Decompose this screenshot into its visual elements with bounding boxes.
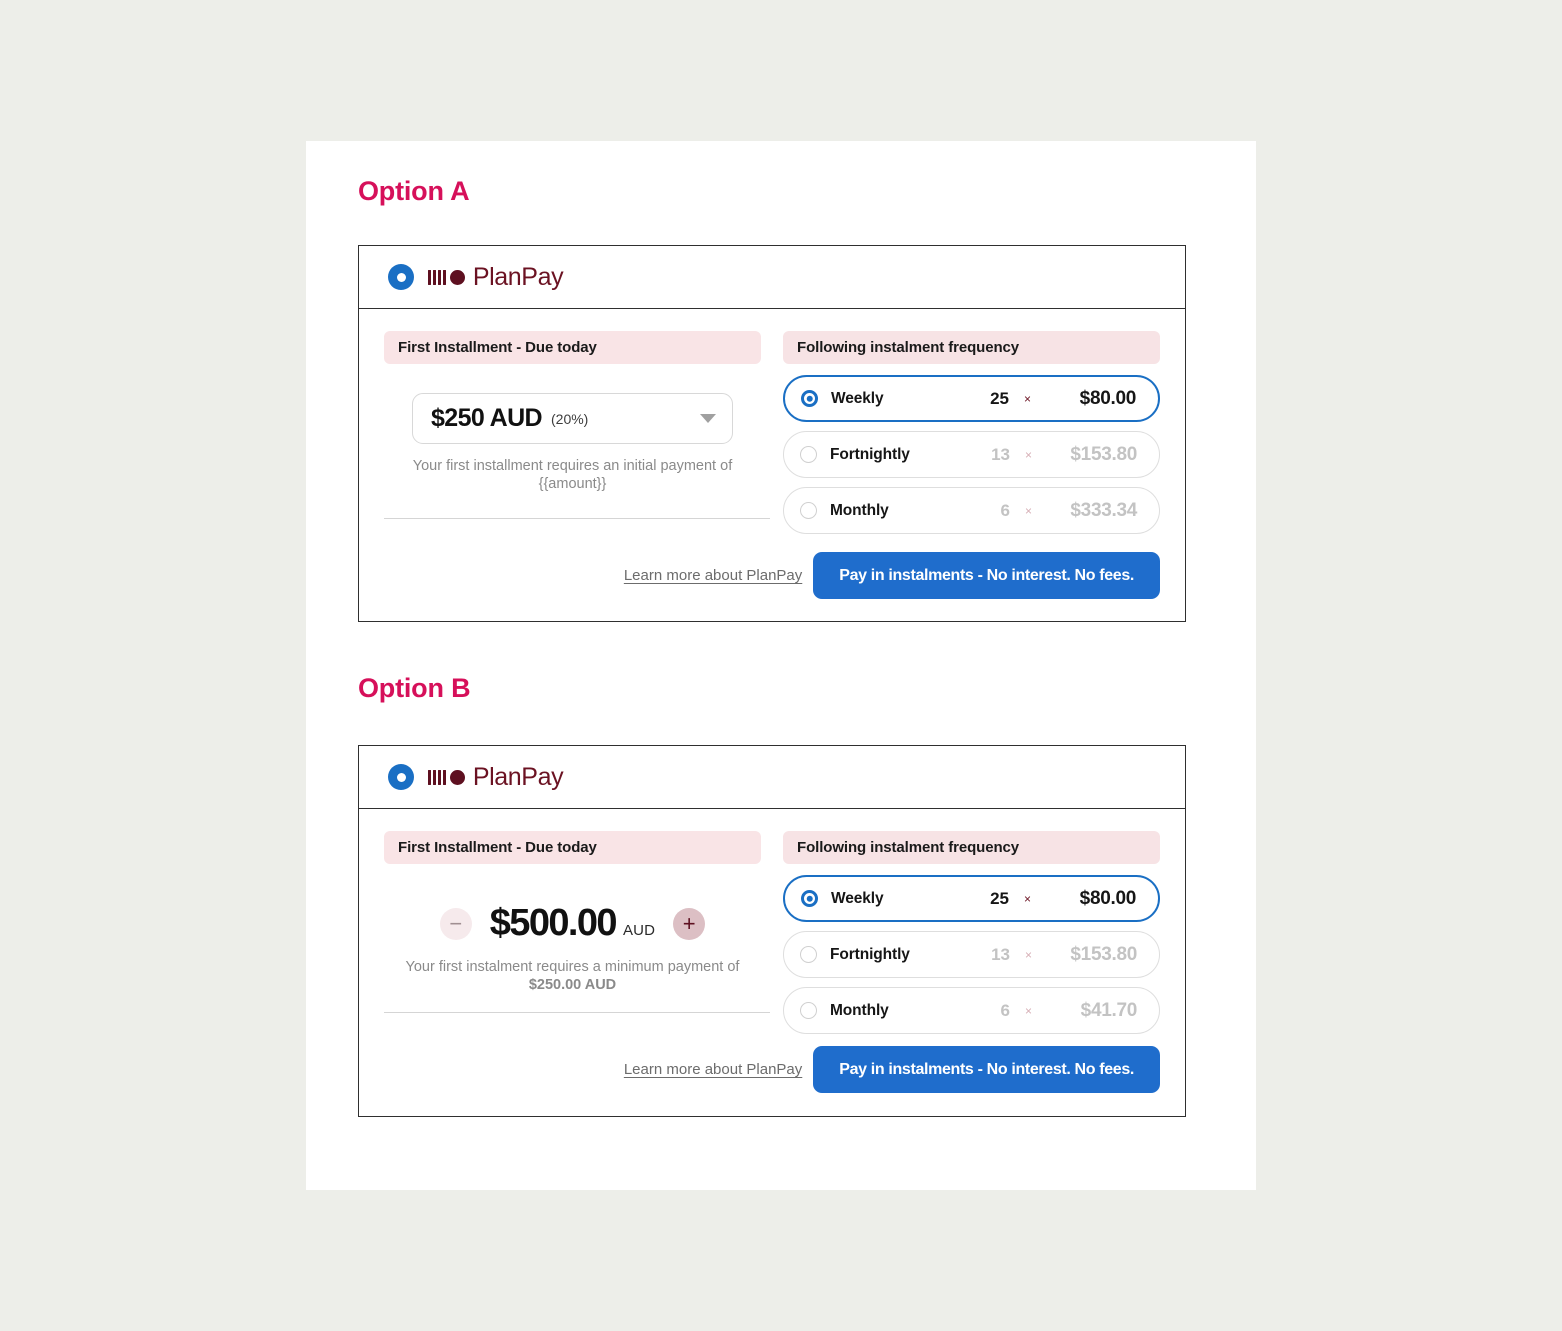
radio-monthly-b[interactable] bbox=[800, 1002, 817, 1019]
frequency-price: $80.00 bbox=[1079, 387, 1137, 409]
multiply-icon: × bbox=[1024, 503, 1032, 518]
card-footer-b: Learn more about PlanPay Pay in instalme… bbox=[624, 1046, 1160, 1093]
frequency-label: Fortnightly bbox=[830, 945, 910, 963]
planpay-radio-logo-icon bbox=[388, 264, 414, 290]
first-installment-helper-a: Your first installment requires an initi… bbox=[392, 458, 753, 493]
frequency-list-a: Weekly 25 × $80.00 Fortnightly 13 × $153… bbox=[783, 375, 1160, 534]
radio-weekly-b[interactable] bbox=[801, 890, 818, 907]
planpay-wordmark-b: PlanPay bbox=[428, 762, 564, 792]
frequency-section-a: Following instalment frequency Weekly 25… bbox=[783, 331, 1160, 534]
frequency-label: Monthly bbox=[830, 1001, 889, 1019]
planpay-brand-name: PlanPay bbox=[472, 262, 564, 291]
planpay-wordmark-a: PlanPay bbox=[428, 262, 564, 292]
frequency-row-weekly-b[interactable]: Weekly 25 × $80.00 bbox=[783, 875, 1160, 922]
frequency-row-fortnightly-b[interactable]: Fortnightly 13 × $153.80 bbox=[783, 931, 1160, 978]
frequency-row-fortnightly-a[interactable]: Fortnightly 13 × $153.80 bbox=[783, 431, 1160, 478]
helper-line-1: Your first installment requires an initi… bbox=[412, 458, 717, 474]
section-divider-b bbox=[384, 1012, 770, 1013]
first-installment-section-b: First Installment - Due today − $500.00 A… bbox=[384, 831, 761, 1034]
chevron-down-icon bbox=[700, 414, 716, 423]
multiply-icon: × bbox=[1024, 447, 1032, 462]
frequency-count: 6 bbox=[1000, 500, 1010, 520]
radio-monthly-a[interactable] bbox=[800, 502, 817, 519]
helper-line-1: Your first instalment requires a minimum bbox=[405, 959, 664, 975]
pay-in-instalments-button-b[interactable]: Pay in instalments - No interest. No fee… bbox=[813, 1046, 1160, 1093]
frequency-price: $333.34 bbox=[1070, 499, 1137, 521]
frequency-pill-b: Following instalment frequency bbox=[783, 831, 1160, 864]
frequency-label: Weekly bbox=[831, 889, 884, 907]
increase-amount-button[interactable]: + bbox=[673, 907, 706, 940]
planpay-bars-icon bbox=[428, 269, 446, 285]
frequency-label: Weekly bbox=[831, 389, 884, 407]
frequency-label: Fortnightly bbox=[830, 445, 910, 463]
stepper-amount-value: $500.00 bbox=[489, 902, 618, 944]
multiply-icon: × bbox=[1023, 891, 1031, 906]
frequency-list-b: Weekly 25 × $80.00 Fortnightly 13 × $153… bbox=[783, 875, 1160, 1034]
radio-weekly-a[interactable] bbox=[801, 390, 818, 407]
stepper-amount-group: $500.00 AUD bbox=[490, 902, 655, 945]
stepper-currency-label: AUD bbox=[622, 922, 656, 939]
frequency-price: $153.80 bbox=[1070, 443, 1137, 465]
planpay-widget-card-b: PlanPay First Installment - Due today − … bbox=[358, 745, 1186, 1117]
frequency-row-weekly-a[interactable]: Weekly 25 × $80.00 bbox=[783, 375, 1160, 422]
page-root: Option A PlanPay First Installment - Due… bbox=[0, 0, 1562, 1331]
frequency-count: 13 bbox=[991, 944, 1010, 964]
decrease-amount-button[interactable]: − bbox=[439, 907, 472, 940]
selected-amount-a: $250 AUD bbox=[431, 404, 543, 432]
frequency-price: $153.80 bbox=[1070, 943, 1137, 965]
frequency-row-monthly-b[interactable]: Monthly 6 × $41.70 bbox=[783, 987, 1160, 1034]
frequency-count: 25 bbox=[990, 888, 1009, 908]
multiply-icon: × bbox=[1024, 947, 1032, 962]
planpay-radio-logo-icon bbox=[388, 764, 414, 790]
card-body-a: First Installment - Due today $250 AUD (… bbox=[359, 309, 1185, 534]
card-header-a: PlanPay bbox=[359, 246, 1185, 309]
learn-more-link-b[interactable]: Learn more about PlanPay bbox=[624, 1061, 802, 1078]
pay-in-instalments-button-a[interactable]: Pay in instalments - No interest. No fee… bbox=[813, 552, 1160, 599]
multiply-icon: × bbox=[1024, 1003, 1032, 1018]
planpay-widget-card-a: PlanPay First Installment - Due today $2… bbox=[358, 245, 1186, 622]
option-a-heading: Option A bbox=[358, 176, 470, 206]
card-header-b: PlanPay bbox=[359, 746, 1185, 809]
frequency-price: $41.70 bbox=[1080, 999, 1138, 1021]
helper-line-2-prefix: payment of bbox=[667, 959, 740, 975]
card-footer-a: Learn more about PlanPay Pay in instalme… bbox=[624, 552, 1160, 599]
planpay-logo-a: PlanPay bbox=[388, 262, 564, 292]
section-divider-a bbox=[384, 518, 770, 519]
design-canvas: Option A PlanPay First Installment - Due… bbox=[306, 141, 1256, 1190]
card-body-b: First Installment - Due today − $500.00 A… bbox=[359, 809, 1185, 1034]
first-installment-select-a[interactable]: $250 AUD (20%) bbox=[412, 393, 733, 444]
learn-more-link-a[interactable]: Learn more about PlanPay bbox=[624, 567, 802, 584]
helper-minimum-amount: $250.00 AUD bbox=[528, 976, 617, 993]
planpay-brand-name: PlanPay bbox=[472, 762, 564, 791]
amount-stepper-b: − $500.00 AUD + bbox=[384, 902, 761, 945]
first-installment-section-a: First Installment - Due today $250 AUD (… bbox=[384, 331, 761, 534]
option-b-heading: Option B bbox=[358, 673, 471, 703]
first-installment-helper-b: Your first instalment requires a minimum… bbox=[392, 959, 753, 994]
multiply-icon: × bbox=[1023, 391, 1031, 406]
selected-percent-a: (20%) bbox=[551, 410, 589, 427]
frequency-count: 6 bbox=[1000, 1000, 1010, 1020]
first-installment-pill-b: First Installment - Due today bbox=[384, 831, 761, 864]
frequency-count: 25 bbox=[990, 388, 1009, 408]
frequency-section-b: Following instalment frequency Weekly 25… bbox=[783, 831, 1160, 1034]
frequency-label: Monthly bbox=[830, 501, 889, 519]
frequency-count: 13 bbox=[991, 444, 1010, 464]
first-installment-pill-a: First Installment - Due today bbox=[384, 331, 761, 364]
radio-fortnightly-b[interactable] bbox=[800, 946, 817, 963]
radio-fortnightly-a[interactable] bbox=[800, 446, 817, 463]
frequency-price: $80.00 bbox=[1079, 887, 1137, 909]
planpay-logo-b: PlanPay bbox=[388, 762, 564, 792]
planpay-dot-icon bbox=[449, 769, 465, 785]
planpay-dot-icon bbox=[449, 269, 465, 285]
frequency-row-monthly-a[interactable]: Monthly 6 × $333.34 bbox=[783, 487, 1160, 534]
frequency-pill-a: Following instalment frequency bbox=[783, 331, 1160, 364]
planpay-bars-icon bbox=[428, 769, 446, 785]
